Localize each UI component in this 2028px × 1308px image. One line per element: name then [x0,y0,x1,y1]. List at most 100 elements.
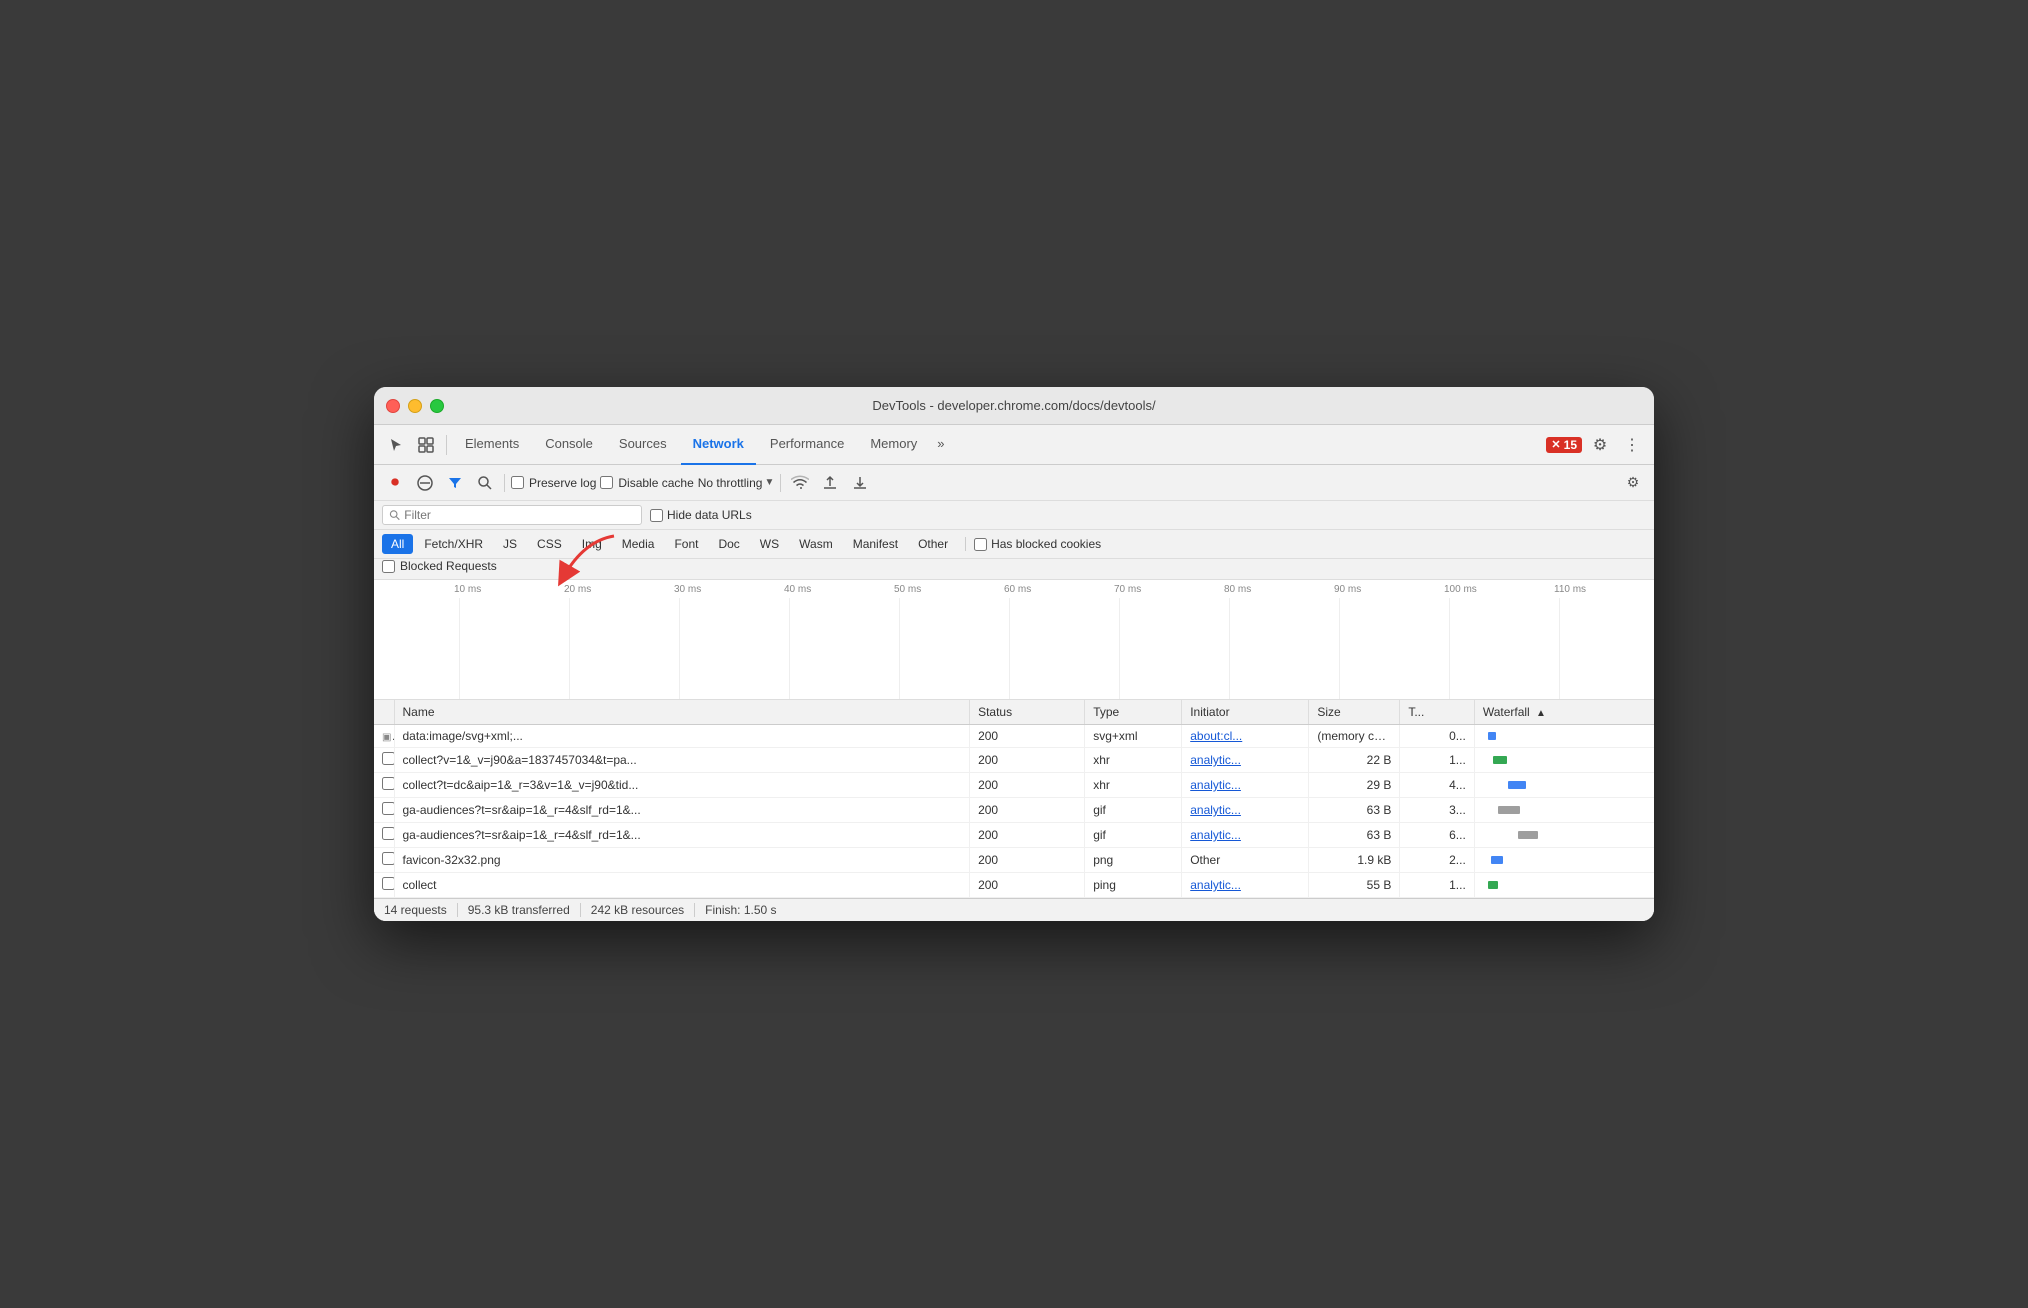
th-waterfall[interactable]: Waterfall ▲ [1474,700,1654,725]
nav-bar: Elements Console Sources Network Perform… [374,425,1654,465]
tab-network[interactable]: Network [681,425,756,465]
filter-button[interactable] [442,470,468,496]
table-row[interactable]: ▣data:image/svg+xml;...200svg+xmlabout:c… [374,725,1654,748]
download-icon[interactable] [847,470,873,496]
row-checkbox[interactable] [382,752,394,765]
tab-more[interactable]: » [931,425,950,465]
filter-pill-ws[interactable]: WS [751,534,788,554]
cell-time: 6... [1400,823,1474,848]
filter-pill-doc[interactable]: Doc [709,534,748,554]
preserve-log-checkbox[interactable] [511,476,524,489]
search-button[interactable] [472,470,498,496]
more-icon[interactable]: ⋮ [1618,431,1646,459]
wifi-icon[interactable] [787,470,813,496]
tab-memory[interactable]: Memory [858,425,929,465]
has-blocked-cookies-checkbox[interactable] [974,538,987,551]
filter-input[interactable] [404,508,635,522]
row-checkbox[interactable] [382,827,394,840]
filter-pill-fetch-xhr[interactable]: Fetch/XHR [415,534,492,554]
cell-type: png [1085,848,1182,873]
upload-icon[interactable] [817,470,843,496]
ruler-70ms: 70 ms [1114,584,1141,595]
cell-name[interactable]: collect?v=1&_v=j90&a=1837457034&t=pa... [394,748,970,773]
network-settings-icon[interactable]: ⚙ [1620,470,1646,496]
titlebar: DevTools - developer.chrome.com/docs/dev… [374,387,1654,425]
sort-icon: ▲ [1536,708,1546,719]
table-row[interactable]: ga-audiences?t=sr&aip=1&_r=4&slf_rd=1&..… [374,798,1654,823]
cell-name[interactable]: collect [394,873,970,898]
maximize-button[interactable] [430,399,444,413]
tab-console[interactable]: Console [533,425,605,465]
table-row[interactable]: collect?v=1&_v=j90&a=1837457034&t=pa...2… [374,748,1654,773]
th-initiator[interactable]: Initiator [1182,700,1309,725]
has-blocked-cookies-label[interactable]: Has blocked cookies [974,537,1101,551]
ruler-60ms: 60 ms [1004,584,1031,595]
filter-pill-js[interactable]: JS [494,534,526,554]
toolbar-sep-2 [780,474,781,492]
th-name[interactable]: Name [394,700,970,725]
cursor-icon[interactable] [382,431,410,459]
disable-cache-checkbox[interactable] [600,476,613,489]
cell-name[interactable]: ga-audiences?t=sr&aip=1&_r=4&slf_rd=1&..… [394,823,970,848]
inspect-icon[interactable] [412,431,440,459]
tab-elements[interactable]: Elements [453,425,531,465]
throttle-select-wrap[interactable]: No throttling ▼ [698,476,775,490]
cell-name[interactable]: data:image/svg+xml;... [394,725,970,748]
cell-initiator[interactable]: Other [1182,848,1309,873]
cell-name[interactable]: favicon-32x32.png [394,848,970,873]
row-checkbox[interactable] [382,877,394,890]
record-button[interactable]: ⏺ [382,470,408,496]
network-table-container[interactable]: Name Status Type Initiator Size T... Wat… [374,700,1654,898]
cell-name[interactable]: collect?t=dc&aip=1&_r=3&v=1&_v=j90&tid..… [394,773,970,798]
cell-initiator[interactable]: analytic... [1182,873,1309,898]
cell-status: 200 [970,773,1085,798]
table-row[interactable]: collect?t=dc&aip=1&_r=3&v=1&_v=j90&tid..… [374,773,1654,798]
filter-pill-img[interactable]: Img [573,534,611,554]
hide-data-urls-label[interactable]: Hide data URLs [650,508,752,522]
filter-pill-all[interactable]: All [382,534,413,554]
filter-pill-media[interactable]: Media [613,534,664,554]
row-checkbox[interactable] [382,852,394,865]
cell-name[interactable]: ga-audiences?t=sr&aip=1&_r=4&slf_rd=1&..… [394,798,970,823]
close-button[interactable] [386,399,400,413]
cell-time: 1... [1400,748,1474,773]
cell-initiator[interactable]: about:cl... [1182,725,1309,748]
cell-initiator[interactable]: analytic... [1182,748,1309,773]
blocked-requests-checkbox[interactable] [382,560,395,573]
filter-pill-wasm[interactable]: Wasm [790,534,842,554]
th-type[interactable]: Type [1085,700,1182,725]
cell-waterfall [1474,798,1654,823]
table-row[interactable]: ga-audiences?t=sr&aip=1&_r=4&slf_rd=1&..… [374,823,1654,848]
cell-status: 200 [970,725,1085,748]
th-status[interactable]: Status [970,700,1085,725]
filter-pill-other[interactable]: Other [909,534,957,554]
settings-icon[interactable]: ⚙ [1586,431,1614,459]
table-row[interactable]: collect200pinganalytic...55 B1... [374,873,1654,898]
clear-button[interactable] [412,470,438,496]
ruler-line-5 [899,598,900,699]
cell-waterfall [1474,773,1654,798]
hide-data-urls-checkbox[interactable] [650,509,663,522]
ruler-80ms: 80 ms [1224,584,1251,595]
th-size[interactable]: Size [1309,700,1400,725]
cell-initiator[interactable]: analytic... [1182,823,1309,848]
tab-performance[interactable]: Performance [758,425,856,465]
ruler-110ms: 110 ms [1554,584,1586,595]
cell-initiator[interactable]: analytic... [1182,773,1309,798]
row-checkbox[interactable] [382,777,394,790]
tab-sources[interactable]: Sources [607,425,679,465]
preserve-log-label[interactable]: Preserve log [511,476,596,490]
filter-pill-css[interactable]: CSS [528,534,571,554]
filter-bar: Hide data URLs [374,501,1654,530]
table-row[interactable]: favicon-32x32.png200pngOther1.9 kB2... [374,848,1654,873]
filter-pill-font[interactable]: Font [665,534,707,554]
disable-cache-label[interactable]: Disable cache [600,476,693,490]
th-time[interactable]: T... [1400,700,1474,725]
cell-initiator[interactable]: analytic... [1182,798,1309,823]
ruler-20ms: 20 ms [564,584,591,595]
filter-pill-manifest[interactable]: Manifest [844,534,907,554]
row-checkbox[interactable] [382,802,394,815]
status-transferred: 95.3 kB transferred [468,903,570,917]
minimize-button[interactable] [408,399,422,413]
ruler-40ms: 40 ms [784,584,811,595]
